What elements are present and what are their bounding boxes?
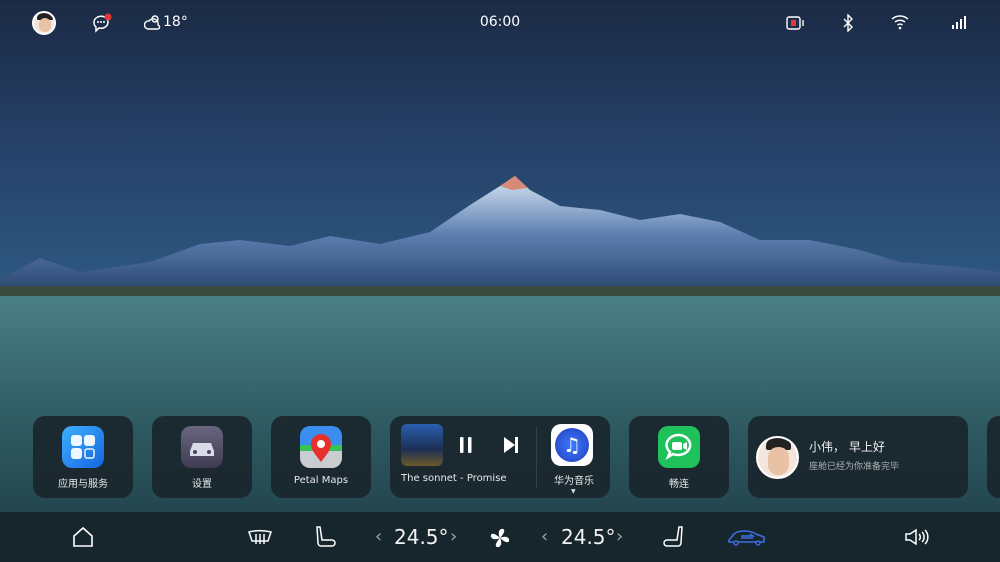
right-temperature: 24.5° [561,525,616,549]
left-temperature: 24.5° [394,525,449,549]
signal-icon [952,16,966,29]
left-temp-down[interactable]: ‹ [375,526,382,547]
fan-icon[interactable] [488,526,512,550]
app-label: Petal Maps [293,475,349,486]
divider [536,426,537,488]
greeting-subtitle: 座舱已经为你准备完毕 [809,462,900,472]
app-label: 应用与服务 [58,479,108,490]
greeting-card[interactable]: 小伟， 早上好 座舱已经为你准备完毕 [748,416,968,498]
bottom-bar: ‹ 24.5° › ‹ 24.5° › [0,512,1000,562]
greeting-title: 小伟， 早上好 [809,440,885,454]
passenger-seat-icon[interactable] [663,525,685,549]
music-app-label[interactable]: 华为音乐 [538,472,610,487]
right-temp-up[interactable]: › [616,526,623,547]
dashcam-icon[interactable] [786,15,806,31]
track-title: The sonnet - Promise [401,473,507,484]
apps-grid-icon [62,426,104,468]
wifi-icon[interactable] [891,14,909,30]
app-card-changlian[interactable]: 畅连 [629,416,729,498]
app-card-apps-services[interactable]: 应用与服务 [33,416,133,498]
next-icon[interactable] [502,436,520,454]
bluetooth-icon[interactable] [842,14,854,32]
map-pin-icon [300,426,342,468]
app-card-settings[interactable]: 设置 [152,416,252,498]
media-card: The sonnet - Promise ♫ 华为音乐 ▼ [390,416,610,498]
volume-icon[interactable] [904,528,930,546]
app-card-petal-maps[interactable]: Petal Maps [271,416,371,498]
car-air-circulation-icon[interactable] [727,528,767,546]
album-art[interactable] [401,424,443,466]
partial-card[interactable] [987,416,1000,498]
driver-seat-icon[interactable] [314,525,336,549]
video-chat-icon [658,426,700,468]
app-label: 畅连 [669,479,689,490]
pause-icon[interactable] [458,436,474,454]
dropdown-indicator[interactable]: ▼ [571,488,576,495]
right-temp-down[interactable]: ‹ [541,526,548,547]
left-temp-up[interactable]: › [450,526,457,547]
rear-defrost-icon[interactable] [247,528,273,546]
status-bar: 18° 06:00 [0,0,1000,45]
car-settings-icon [181,426,223,468]
music-note-icon[interactable]: ♫ [551,424,593,466]
user-avatar [756,436,799,479]
app-label: 设置 [192,479,212,490]
home-icon[interactable] [72,526,94,548]
